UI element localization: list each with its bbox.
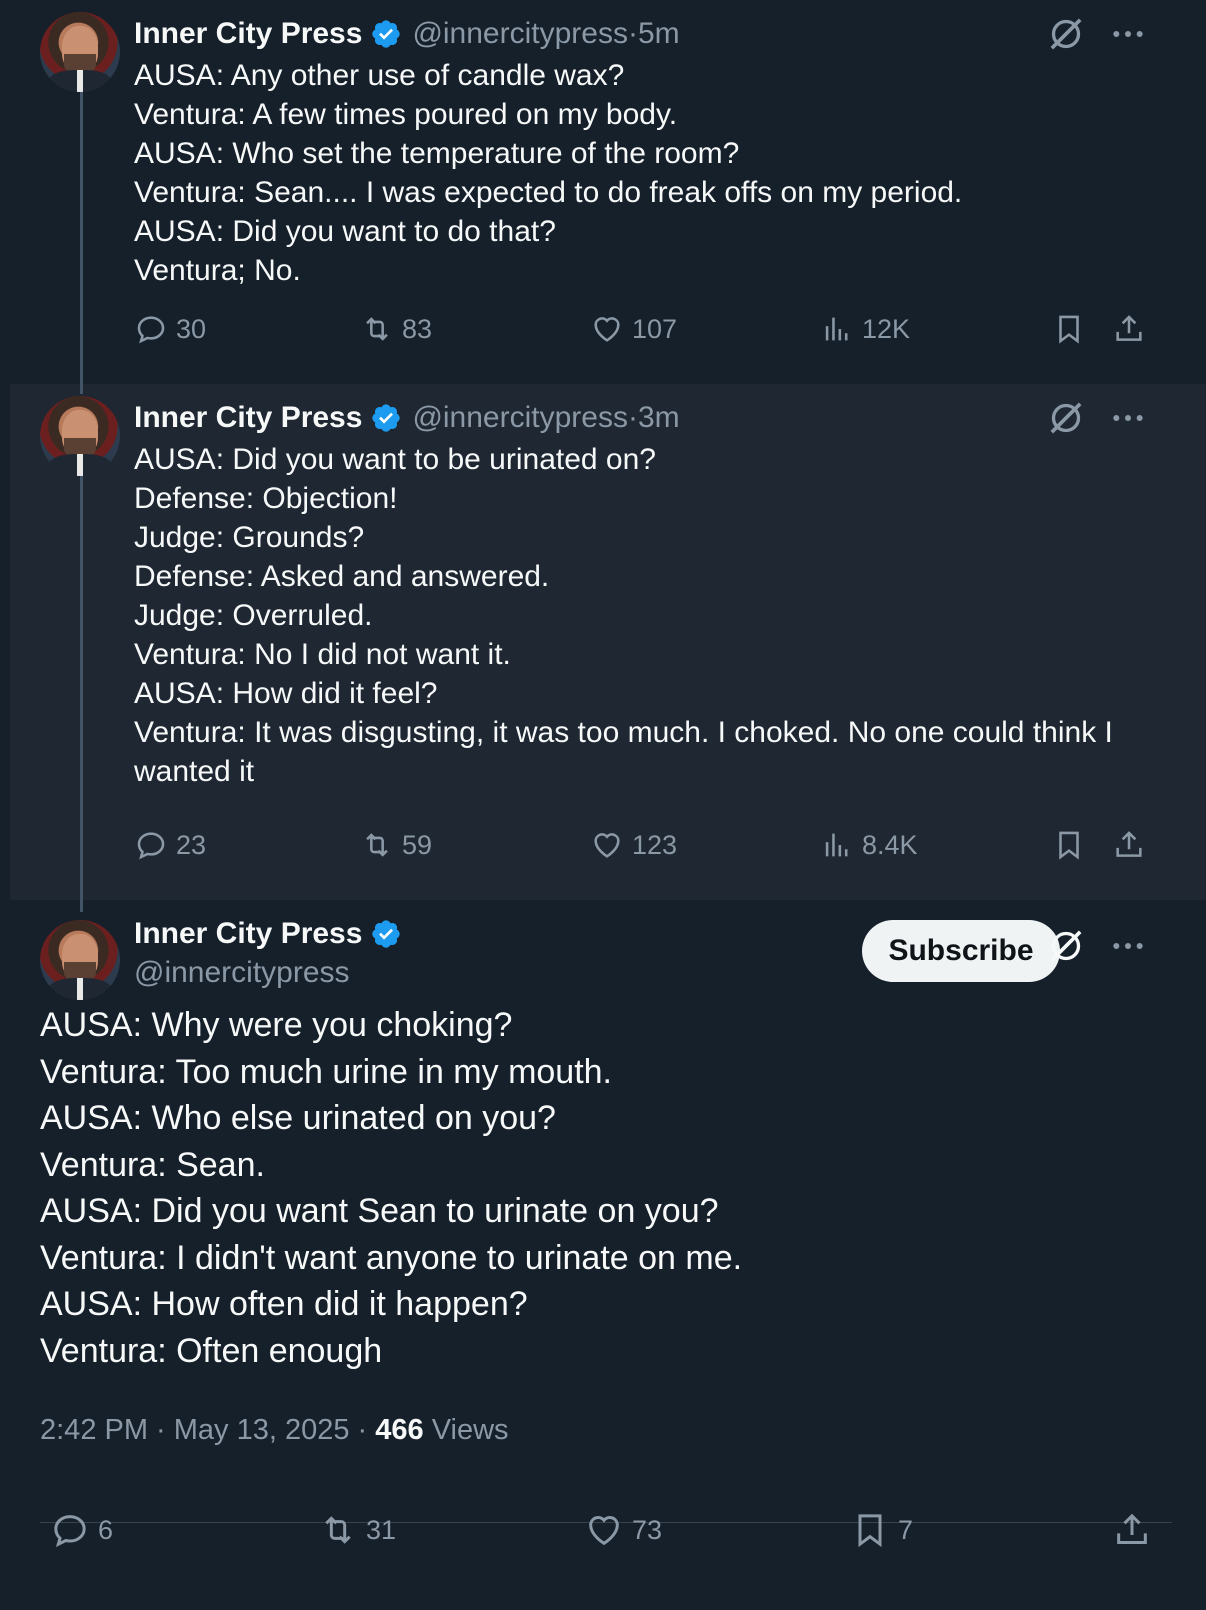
author-name[interactable]: Inner City Press: [134, 401, 362, 435]
tweet-header: Inner City Press @innercitypress · 5m: [134, 16, 680, 52]
like-count: 73: [632, 1514, 663, 1545]
reply-button[interactable]: 30: [134, 312, 206, 346]
tweet-meta: 2:42 PM · May 13, 2025 · 466 Views: [40, 1414, 509, 1447]
more-icon[interactable]: [1108, 14, 1148, 54]
reply-count: 6: [98, 1514, 114, 1545]
like-icon: [589, 1516, 619, 1546]
separator-dot: ·: [349, 1414, 376, 1446]
like-count: 123: [632, 829, 678, 860]
author-handle[interactable]: @innercitypress: [412, 401, 628, 435]
bookmark-button[interactable]: 7: [850, 1510, 913, 1550]
thread-connector: [80, 900, 83, 912]
author-handle[interactable]: @innercitypress: [134, 956, 350, 990]
share-button[interactable]: [1112, 828, 1154, 862]
separator-dot: ·: [627, 401, 638, 434]
bookmark-icon: [1059, 831, 1079, 860]
repost-count: 83: [402, 313, 433, 344]
tweet-text: AUSA: Why were you choking? Ventura: Too…: [40, 1006, 743, 1370]
repost-icon: [366, 317, 388, 341]
separator-dot: ·: [627, 17, 638, 50]
views-button[interactable]: 8.4K: [820, 828, 918, 862]
tweet-time[interactable]: 3m: [638, 401, 680, 435]
grok-icon[interactable]: [1046, 926, 1086, 966]
share-button[interactable]: [1112, 312, 1154, 346]
repost-count: 59: [402, 829, 433, 860]
thread-view: Inner City Press @innercitypress · 5m AU…: [0, 0, 1206, 1610]
tweet-actions: 30 83 107 12K: [134, 312, 1184, 352]
left-edge: [0, 0, 10, 1610]
repost-button[interactable]: 59: [360, 828, 432, 862]
tweet-text: AUSA: Any other use of candle wax? Ventu…: [134, 59, 963, 287]
views-total: 466: [375, 1414, 424, 1446]
repost-icon: [366, 833, 388, 857]
like-icon: [594, 317, 620, 342]
grok-icon[interactable]: [1046, 14, 1086, 54]
views-icon: [825, 833, 848, 857]
subscribe-button[interactable]: Subscribe: [862, 920, 1060, 982]
thread-tweet-2[interactable]: Inner City Press @innercitypress · 3m AU…: [10, 384, 1206, 900]
tweet-text: AUSA: Did you want to be urinated on? De…: [134, 443, 1113, 788]
author-name[interactable]: Inner City Press: [134, 17, 362, 51]
share-icon: [1116, 831, 1142, 857]
author-name[interactable]: Inner City Press: [134, 917, 362, 951]
repost-button[interactable]: 31: [318, 1510, 396, 1550]
repost-count: 31: [366, 1514, 397, 1545]
bookmark-count: 7: [898, 1514, 914, 1545]
thread-connector: [80, 384, 83, 394]
tweet-timestamp[interactable]: 2:42 PM · May 13, 2025: [40, 1414, 350, 1446]
like-button[interactable]: 123: [590, 828, 677, 862]
views-count: 8.4K: [862, 829, 918, 860]
tweet-time[interactable]: 5m: [638, 17, 680, 51]
verified-badge-icon: [372, 920, 401, 948]
avatar[interactable]: [40, 12, 120, 92]
reply-count: 23: [176, 829, 207, 860]
like-count: 107: [632, 313, 678, 344]
views-button[interactable]: 12K: [820, 312, 910, 346]
reply-button[interactable]: 6: [50, 1510, 113, 1550]
share-icon: [1117, 1513, 1147, 1544]
more-icon[interactable]: [1108, 926, 1148, 966]
views-icon: [825, 317, 848, 341]
views-count: 12K: [862, 313, 911, 344]
reply-button[interactable]: 23: [134, 828, 206, 862]
avatar[interactable]: [40, 920, 120, 1000]
reply-icon: [137, 316, 165, 344]
like-button[interactable]: 73: [584, 1510, 662, 1550]
tweet-header: Inner City Press @innercitypress · 3m: [134, 400, 680, 436]
reply-icon: [137, 832, 165, 860]
verified-badge-icon: [372, 20, 401, 48]
thread-connector: [80, 476, 83, 900]
bookmark-button[interactable]: [1052, 828, 1094, 862]
share-button[interactable]: [1112, 1510, 1160, 1550]
repost-icon: [325, 1516, 351, 1544]
like-button[interactable]: 107: [590, 312, 677, 346]
avatar[interactable]: [40, 396, 120, 476]
tweet-header: Inner City Press: [134, 916, 412, 952]
verified-badge-icon: [372, 404, 401, 432]
share-icon: [1116, 315, 1142, 341]
focused-tweet: Inner City Press @innercitypress Subscri…: [10, 900, 1206, 1610]
repost-button[interactable]: 83: [360, 312, 432, 346]
reply-icon: [54, 1515, 86, 1547]
reply-count: 30: [176, 313, 207, 344]
tweet-actions: 6 31 73 7: [40, 1510, 1180, 1550]
more-icon[interactable]: [1108, 398, 1148, 438]
tweet-actions: 23 59 123 8.4K: [134, 828, 1184, 868]
bookmark-icon: [1059, 315, 1079, 344]
bookmark-icon: [858, 1514, 882, 1548]
bookmark-button[interactable]: [1052, 312, 1094, 346]
like-icon: [594, 833, 620, 858]
thread-connector: [80, 92, 83, 384]
author-handle[interactable]: @innercitypress: [412, 17, 628, 51]
grok-icon[interactable]: [1046, 398, 1086, 438]
thread-tweet-1[interactable]: Inner City Press @innercitypress · 5m AU…: [10, 0, 1206, 384]
views-label: Views: [423, 1414, 509, 1446]
